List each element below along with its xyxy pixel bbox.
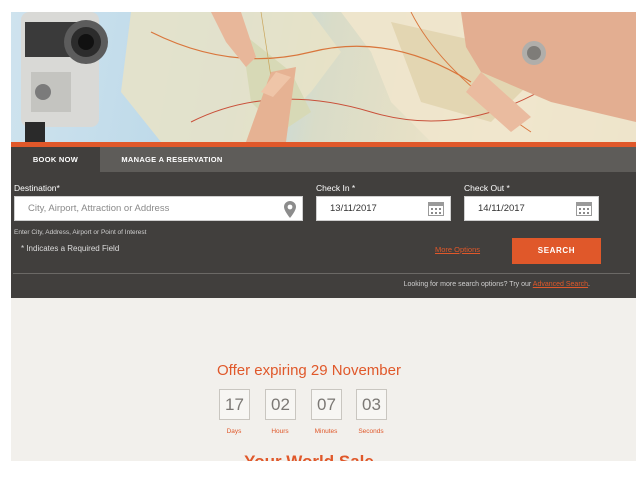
booking-panel: BOOK NOW MANAGE A RESERVATION Destinatio…: [11, 147, 636, 298]
calendar-icon[interactable]: [576, 202, 592, 216]
offer-section: Offer expiring 29 November 17 Days 02 Ho…: [11, 298, 636, 461]
countdown-hours-value: 02: [265, 389, 296, 420]
countdown-days-value: 17: [219, 389, 250, 420]
booking-widget: BOOK NOW MANAGE A RESERVATION Destinatio…: [11, 12, 636, 461]
tab-book-now[interactable]: BOOK NOW: [11, 147, 100, 172]
offer-title: Offer expiring 29 November: [217, 362, 401, 379]
countdown-seconds-value: 03: [356, 389, 387, 420]
calendar-icon[interactable]: [428, 202, 444, 216]
map-illustration: [21, 12, 636, 142]
panel-divider: [13, 273, 630, 274]
more-options-link[interactable]: More Options: [435, 245, 480, 254]
advanced-search-text: Looking for more search options? Try our: [403, 281, 532, 288]
advanced-search-note: Looking for more search options? Try our…: [404, 281, 590, 288]
location-pin-icon[interactable]: [284, 201, 296, 218]
destination-hint: Enter City, Address, Airport or Point of…: [14, 229, 147, 236]
check-in-label: Check In *: [316, 183, 356, 193]
required-field-note: * Indicates a Required Field: [21, 244, 120, 253]
advanced-search-link[interactable]: Advanced Search: [533, 281, 588, 288]
countdown-minutes-value: 07: [311, 389, 342, 420]
check-out-label: Check Out *: [464, 183, 510, 193]
check-in-field: [316, 196, 451, 221]
booking-tabs: BOOK NOW MANAGE A RESERVATION: [11, 147, 636, 172]
check-out-field: [464, 196, 599, 221]
countdown-seconds-label: Seconds: [358, 428, 384, 435]
tab-manage-reservation[interactable]: MANAGE A RESERVATION: [109, 147, 235, 172]
destination-field: [14, 196, 303, 221]
sale-title: Your World Sale: [11, 452, 607, 461]
hero-map-image: [11, 12, 636, 142]
destination-label: Destination*: [14, 183, 60, 193]
countdown-hours-label: Hours: [271, 428, 289, 435]
advanced-search-period: .: [588, 281, 590, 288]
countdown-minutes-label: Minutes: [314, 428, 338, 435]
destination-input[interactable]: [15, 197, 302, 220]
search-button[interactable]: SEARCH: [512, 238, 601, 264]
countdown-days-label: Days: [226, 428, 242, 435]
